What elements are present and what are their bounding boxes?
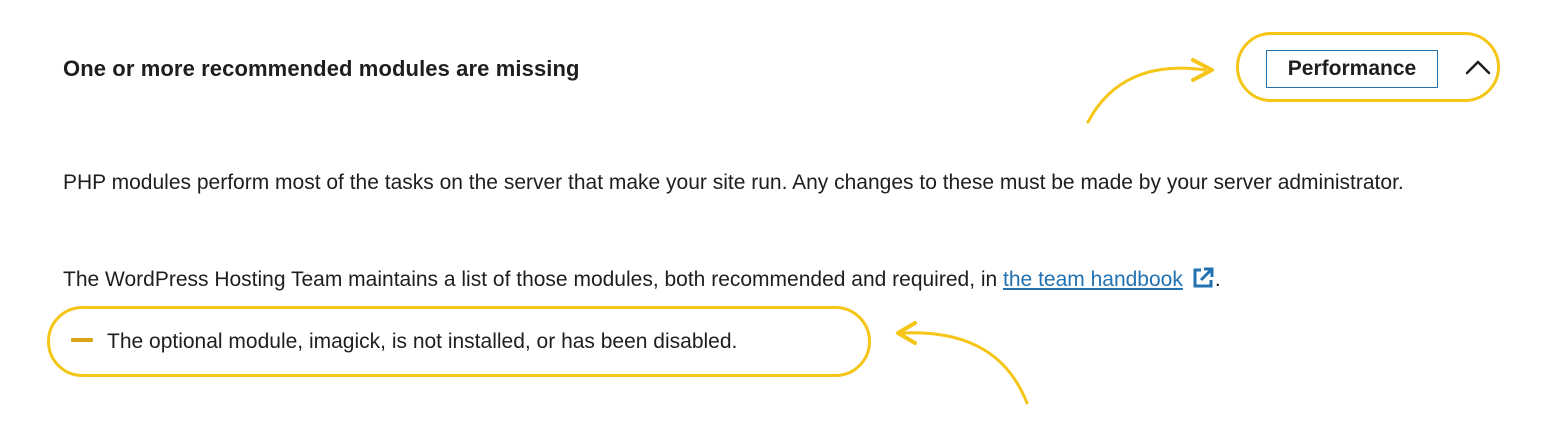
- site-health-issue-panel: One or more recommended modules are miss…: [0, 0, 1545, 433]
- annotation-arrow-bottom: [896, 321, 1029, 405]
